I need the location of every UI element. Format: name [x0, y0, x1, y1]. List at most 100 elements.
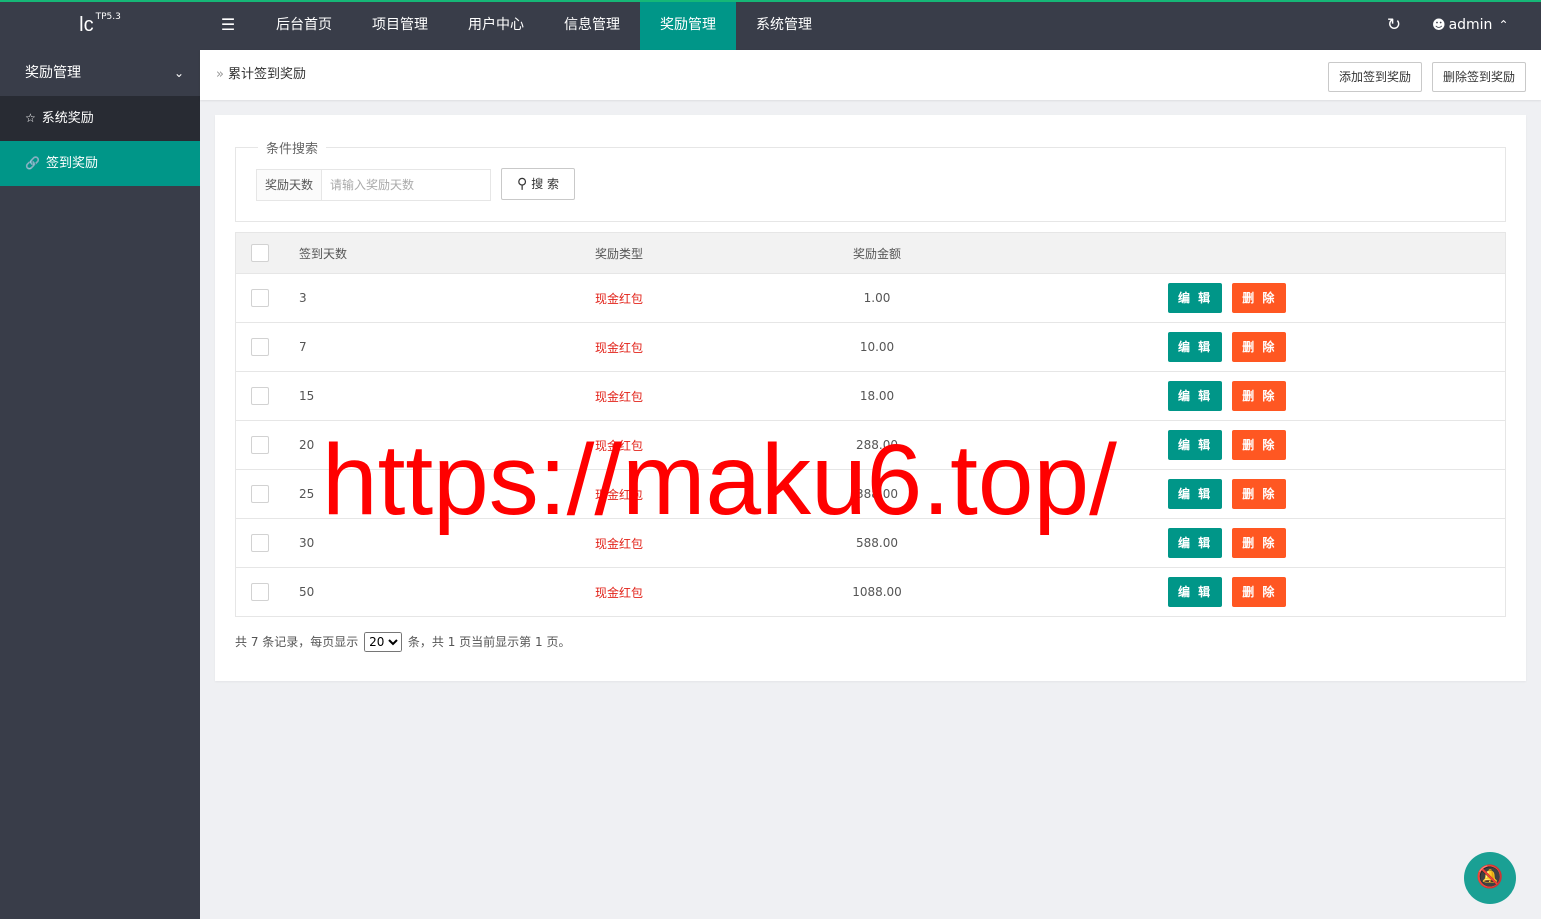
cell-type: 现金红包: [594, 585, 643, 600]
pagination: 共 7 条记录，每页显示 20 条，共 1 页当前显示第 1 页。: [235, 631, 570, 653]
search-button-label: 搜 索: [531, 177, 560, 191]
edit-button[interactable]: 编 辑: [1168, 332, 1223, 362]
edit-button[interactable]: 编 辑: [1168, 479, 1223, 509]
page-header: » 累计签到奖励 添加签到奖励 删除签到奖励: [200, 50, 1541, 100]
sidebar-item-system-rewards[interactable]: ☆ 系统奖励: [0, 96, 200, 141]
delete-button[interactable]: 删 除: [1232, 283, 1287, 313]
page-title: 累计签到奖励: [227, 67, 306, 82]
logo-version: TP5.3: [95, 12, 121, 22]
cell-days: 7: [299, 340, 307, 354]
nav-item-info[interactable]: 信息管理: [544, 2, 640, 50]
search-fieldset: 条件搜索 奖励天数 ⚲搜 索: [235, 138, 1506, 222]
table-row: 30 现金红包 588.00 编 辑删 除: [236, 518, 1505, 567]
star-icon: ☆: [25, 111, 36, 125]
edit-button[interactable]: 编 辑: [1168, 283, 1223, 313]
delete-button[interactable]: 删 除: [1232, 528, 1287, 558]
header-type: 奖励类型: [594, 246, 643, 261]
edit-button[interactable]: 编 辑: [1168, 430, 1223, 460]
double-chevron-icon: »: [216, 67, 224, 82]
cell-amount: 388.00: [856, 487, 898, 501]
cell-amount: 288.00: [856, 438, 898, 452]
select-all-checkbox[interactable]: [251, 244, 269, 262]
cell-days: 50: [299, 585, 315, 599]
add-reward-button[interactable]: 添加签到奖励: [1328, 62, 1423, 92]
table-row: 7 现金红包 10.00 编 辑删 除: [236, 322, 1505, 371]
cell-days: 20: [299, 438, 315, 452]
row-checkbox[interactable]: [251, 583, 269, 601]
delete-reward-button[interactable]: 删除签到奖励: [1432, 62, 1527, 92]
row-checkbox[interactable]: [251, 534, 269, 552]
cell-amount: 10.00: [859, 340, 895, 354]
table-row: 25 现金红包 388.00 编 辑删 除: [236, 469, 1505, 518]
edit-button[interactable]: 编 辑: [1168, 381, 1223, 411]
search-icon: ⚲: [516, 176, 528, 192]
sidebar-group-rewards[interactable]: 奖励管理 ⌄: [0, 50, 200, 96]
row-checkbox[interactable]: [251, 436, 269, 454]
sidebar: 奖励管理 ⌄ ☆ 系统奖励 🔗 签到奖励: [0, 50, 200, 919]
pager-suffix: 条，共 1 页当前显示第 1 页。: [407, 635, 571, 649]
user-icon: ☻: [1432, 18, 1446, 33]
search-legend: 条件搜索: [258, 138, 327, 157]
nav-item-rewards[interactable]: 奖励管理: [640, 2, 736, 50]
row-checkbox[interactable]: [251, 387, 269, 405]
top-nav: 后台首页 项目管理 用户中心 信息管理 奖励管理 系统管理: [256, 2, 832, 50]
cell-type: 现金红包: [594, 536, 643, 551]
notification-bell-icon[interactable]: 🔕: [1464, 852, 1516, 904]
table-row: 15 现金红包 18.00 编 辑删 除: [236, 371, 1505, 420]
header-days: 签到天数: [299, 246, 348, 261]
delete-button[interactable]: 删 除: [1232, 577, 1287, 607]
cell-amount: 18.00: [859, 389, 895, 403]
row-checkbox[interactable]: [251, 338, 269, 356]
cell-amount: 1088.00: [852, 585, 902, 599]
delete-button[interactable]: 删 除: [1232, 479, 1287, 509]
chevron-up-icon: ⌃: [1498, 18, 1509, 32]
cell-type: 现金红包: [594, 438, 643, 453]
content-card: 条件搜索 奖励天数 ⚲搜 索 签到天数 奖励类型 奖励金额 3 现金红包 1.00 编…: [215, 115, 1526, 681]
table-header: 签到天数 奖励类型 奖励金额: [236, 233, 1505, 273]
edit-button[interactable]: 编 辑: [1168, 528, 1223, 558]
edit-button[interactable]: 编 辑: [1168, 577, 1223, 607]
search-button[interactable]: ⚲ 搜 索: [501, 168, 575, 200]
nav-item-home[interactable]: 后台首页: [256, 2, 352, 50]
table-row: 3 现金红包 1.00 编 辑删 除: [236, 273, 1505, 322]
top-bar: lc TP5.3 ☰ 后台首页 项目管理 用户中心 信息管理 奖励管理 系统管理 …: [0, 0, 1541, 50]
sidebar-item-label: 系统奖励: [41, 111, 94, 126]
cell-days: 15: [299, 389, 315, 403]
delete-button[interactable]: 删 除: [1232, 430, 1287, 460]
user-name: admin: [1448, 17, 1493, 33]
cell-days: 25: [299, 487, 315, 501]
sidebar-item-signin-rewards[interactable]: 🔗 签到奖励: [0, 141, 200, 186]
cell-type: 现金红包: [594, 340, 643, 355]
days-search-input[interactable]: [321, 169, 491, 201]
link-icon: 🔗: [25, 156, 40, 170]
row-checkbox[interactable]: [251, 485, 269, 503]
nav-item-system[interactable]: 系统管理: [736, 2, 832, 50]
table-row: 20 现金红包 288.00 编 辑删 除: [236, 420, 1505, 469]
cell-days: 30: [299, 536, 315, 550]
sidebar-item-label: 签到奖励: [45, 156, 98, 171]
breadcrumb: » 累计签到奖励: [216, 50, 306, 100]
delete-button[interactable]: 删 除: [1232, 381, 1287, 411]
rewards-table: 签到天数 奖励类型 奖励金额 3 现金红包 1.00 编 辑删 除 7 现金红包 10.00…: [235, 232, 1506, 617]
header-amount: 奖励金额: [852, 246, 901, 261]
cell-amount: 1.00: [863, 291, 891, 305]
nav-item-projects[interactable]: 项目管理: [352, 2, 448, 50]
user-menu[interactable]: ☻ admin ⌃: [1432, 2, 1509, 50]
chevron-down-icon: ⌄: [173, 66, 184, 80]
cell-days: 3: [299, 291, 307, 305]
cell-amount: 588.00: [856, 536, 898, 550]
cell-type: 现金红包: [594, 291, 643, 306]
menu-toggle-icon[interactable]: ☰: [200, 2, 256, 50]
page-size-select[interactable]: 20: [364, 632, 403, 652]
pager-prefix: 共 7 条记录，每页显示: [235, 635, 359, 649]
delete-button[interactable]: 删 除: [1232, 332, 1287, 362]
logo-text: lc: [79, 14, 94, 36]
sidebar-group-label: 奖励管理: [25, 65, 81, 81]
nav-item-users[interactable]: 用户中心: [448, 2, 544, 50]
refresh-icon[interactable]: ↻: [1372, 2, 1416, 50]
cell-type: 现金红包: [594, 487, 643, 502]
search-field-label: 奖励天数: [256, 169, 322, 201]
table-row: 50 现金红包 1088.00 编 辑删 除: [236, 567, 1505, 616]
row-checkbox[interactable]: [251, 289, 269, 307]
logo: lc TP5.3: [0, 2, 200, 50]
